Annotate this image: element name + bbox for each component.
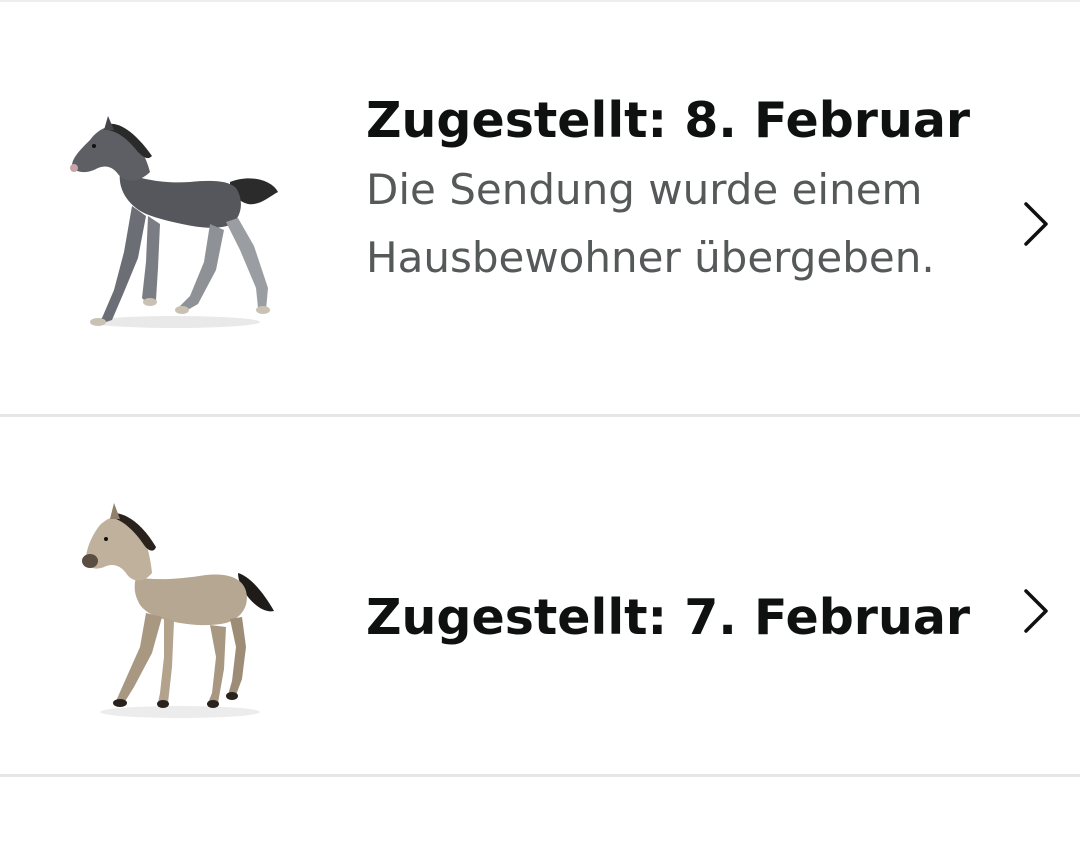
- product-image-beige-foal[interactable]: [60, 497, 290, 727]
- chevron-right-icon[interactable]: [1020, 587, 1052, 635]
- delivery-status-title: Zugestellt: 7. Februar: [366, 589, 971, 646]
- order-row[interactable]: Zugestellt: 8. Februar Die Sendung wurde…: [0, 2, 1080, 414]
- order-text: Zugestellt: 7. Februar: [366, 585, 986, 651]
- chevron-right-icon[interactable]: [1020, 200, 1052, 248]
- delivery-status-title: Zugestellt: 8. Februar: [366, 92, 971, 149]
- order-row[interactable]: Zugestellt: 7. Februar: [0, 417, 1080, 774]
- delivery-list: Zugestellt: 8. Februar Die Sendung wurde…: [0, 0, 1080, 843]
- product-image-grey-foal[interactable]: [60, 112, 290, 342]
- delivery-status-description: Die Sendung wurde einem Hausbewohner übe…: [366, 165, 935, 282]
- divider: [0, 774, 1080, 777]
- order-text: Zugestellt: 8. Februar Die Sendung wurde…: [366, 88, 986, 292]
